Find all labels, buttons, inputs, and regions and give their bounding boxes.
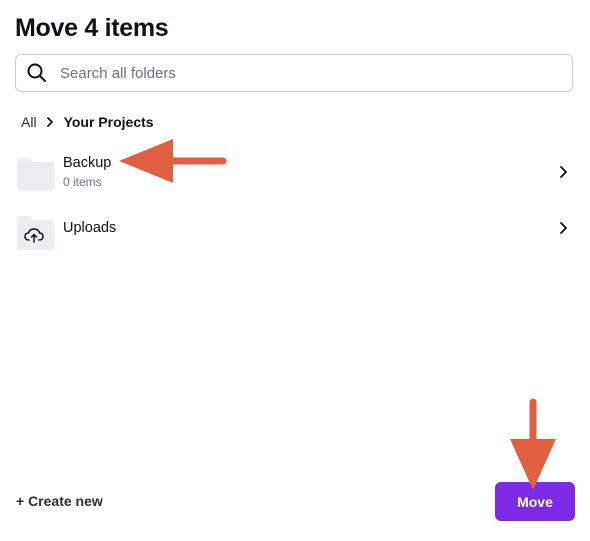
breadcrumb-all-link[interactable]: All [21, 114, 37, 130]
folder-name: Backup [63, 155, 112, 171]
search-input[interactable] [58, 57, 572, 89]
create-new-button[interactable]: + Create new [16, 493, 103, 509]
breadcrumb-current: Your Projects [63, 114, 154, 130]
search-icon [26, 62, 48, 84]
dialog-title: Move 4 items [15, 14, 169, 42]
chevron-right-icon [46, 116, 54, 128]
breadcrumb: All Your Projects [21, 114, 154, 130]
folder-row-backup[interactable]: Backup 0 items [15, 150, 575, 194]
chevron-right-icon[interactable] [555, 220, 571, 236]
folder-item-count: 0 items [63, 175, 102, 189]
folder-name: Uploads [63, 220, 117, 236]
search-box[interactable] [15, 54, 573, 92]
chevron-right-icon[interactable] [555, 164, 571, 180]
folder-icon [15, 155, 55, 191]
arrow-down-icon [510, 398, 556, 490]
move-button[interactable]: Move [495, 482, 575, 521]
cloud-upload-folder-icon [15, 211, 55, 250]
folder-row-uploads[interactable]: Uploads [15, 206, 575, 250]
